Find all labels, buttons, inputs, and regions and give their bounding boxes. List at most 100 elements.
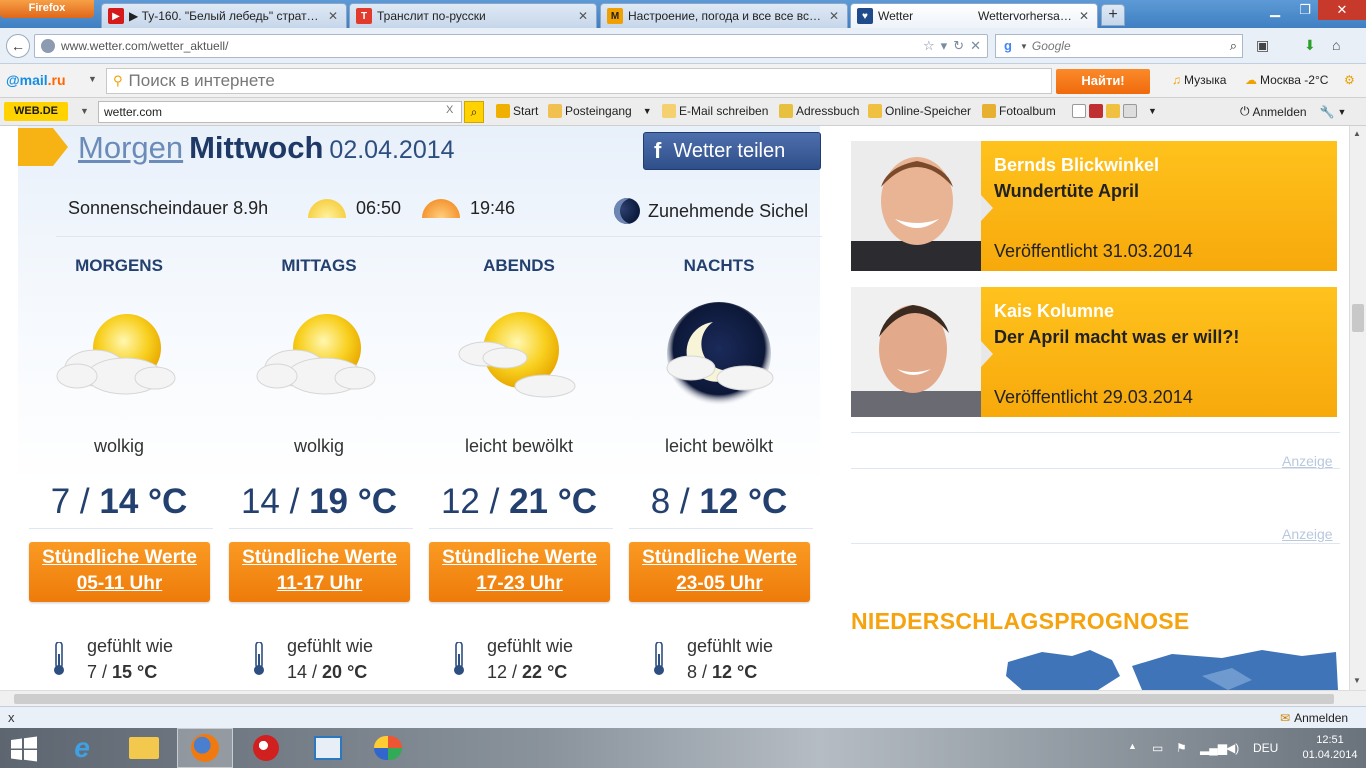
taskbar-app5[interactable]: [300, 728, 356, 768]
hourly-values-button[interactable]: Stündliche Werte 05-11 Uhr: [29, 542, 210, 602]
navigation-bar: ← www.wetter.com/wetter_aktuell/ ☆ ▾ ↻ ✕…: [0, 28, 1366, 64]
chevron-down-icon[interactable]: ▼: [88, 74, 97, 84]
dropdown-icon[interactable]: ▾: [941, 38, 948, 54]
taskbar-firefox[interactable]: [177, 728, 233, 768]
hourly-label: Stündliche Werte: [642, 547, 797, 568]
close-icon[interactable]: ✕: [827, 9, 841, 23]
webde-adressbuch[interactable]: Adressbuch: [779, 104, 859, 118]
signal-icon[interactable]: ▂▄▆: [1200, 741, 1227, 755]
article-card[interactable]: Kais Kolumne Der April macht was er will…: [851, 287, 1337, 417]
clear-icon[interactable]: X: [446, 104, 453, 116]
search-placeholder[interactable]: Google: [1032, 39, 1230, 53]
webde-fotoalbum[interactable]: Fotoalbum: [982, 104, 1056, 118]
chevron-down-icon[interactable]: ▼: [1020, 42, 1028, 51]
volume-icon[interactable]: ◀): [1226, 741, 1239, 755]
weather-label: Москва -2°C: [1260, 73, 1329, 87]
tab-translit[interactable]: T Транслит по-русски ✕: [349, 3, 597, 28]
article-card[interactable]: Bernds Blickwinkel Wundertüte April Verö…: [851, 141, 1337, 271]
firefox-menu-button[interactable]: Firefox: [0, 0, 94, 18]
webde-anmelden[interactable]: ⏻ Anmelden 🔧 ▼: [1240, 104, 1346, 119]
taskbar-explorer[interactable]: [116, 728, 172, 768]
search-bar[interactable]: g ▼ Google ⌕: [995, 34, 1243, 58]
back-button[interactable]: ←: [6, 34, 30, 58]
vertical-scrollbar[interactable]: ▲ ▼: [1349, 126, 1366, 690]
music-button[interactable]: ♫ Музыка: [1172, 73, 1226, 87]
address-bar[interactable]: www.wetter.com/wetter_aktuell/ ☆ ▾ ↻ ✕: [34, 34, 988, 58]
horizontal-scrollbar[interactable]: [0, 690, 1366, 706]
reload-icon[interactable]: ↻: [953, 38, 964, 54]
gift-icon[interactable]: [1089, 104, 1103, 118]
close-icon[interactable]: ✕: [1077, 9, 1091, 23]
maximize-button[interactable]: ❐: [1290, 0, 1320, 20]
addon-anmelden[interactable]: ✉ Anmelden: [1280, 711, 1348, 725]
scroll-down-icon[interactable]: ▼: [1353, 676, 1361, 685]
home-icon[interactable]: ⌂: [1332, 37, 1340, 53]
google-icon[interactable]: g: [1000, 38, 1016, 54]
webde-posteingang[interactable]: Posteingang ▼: [548, 104, 652, 118]
taskbar-ie[interactable]: e: [54, 728, 110, 768]
network-icon[interactable]: ⚑: [1176, 741, 1187, 755]
hourly-values-button[interactable]: Stündliche Werte 11-17 Uhr: [229, 542, 410, 602]
download-icon[interactable]: ⬇: [1304, 37, 1316, 54]
feels-max: 15 °C: [112, 662, 158, 682]
search-icon[interactable]: ⌕: [1230, 38, 1237, 54]
chevron-down-icon[interactable]: ▼: [1148, 106, 1157, 116]
chevron-down-icon[interactable]: ▼: [80, 106, 89, 116]
mailru-search-input[interactable]: ⚲ Поиск в интернете: [106, 68, 1052, 94]
article-subtitle[interactable]: Der April macht was er will?!: [994, 327, 1239, 348]
mailru-logo[interactable]: @mail.ru: [6, 72, 66, 88]
morgen-link[interactable]: Morgen: [78, 130, 183, 165]
close-icon[interactable]: ✕: [576, 9, 590, 23]
gear-icon[interactable]: ⚙: [1344, 73, 1355, 87]
weather-sun-icon[interactable]: [1106, 104, 1120, 118]
webde-email-schreiben[interactable]: E-Mail schreiben: [662, 104, 768, 118]
language-indicator[interactable]: DEU: [1253, 741, 1278, 755]
webde-search-input[interactable]: wetter.com: [98, 101, 462, 123]
tab-wetter[interactable]: ♥ Wetter Wettervorhersage ... ✕: [850, 3, 1098, 28]
wrench-icon[interactable]: 🔧: [1320, 105, 1335, 119]
taskbar-app4[interactable]: [238, 728, 294, 768]
webde-online-speicher[interactable]: Online-Speicher: [868, 104, 971, 118]
minimize-button[interactable]: ▁: [1260, 0, 1290, 20]
scroll-thumb[interactable]: [1352, 304, 1364, 332]
windows-start-icon[interactable]: [10, 736, 38, 762]
close-icon[interactable]: x: [8, 710, 15, 725]
tab-nastroenie[interactable]: M Настроение, погода и все все все (ч...…: [600, 3, 848, 28]
close-icon[interactable]: ✕: [326, 9, 340, 23]
period-name: MORGENS: [75, 256, 163, 275]
bookmarks-icon[interactable]: ▣: [1256, 37, 1269, 54]
find-button[interactable]: Найти!: [1056, 69, 1150, 94]
hourly-values-button[interactable]: Stündliche Werte 23-05 Uhr: [629, 542, 810, 602]
weather-button[interactable]: ☁ Москва -2°C: [1245, 73, 1328, 87]
share-facebook-button[interactable]: f Wetter teilen: [643, 132, 821, 170]
amazon-icon[interactable]: [1072, 104, 1086, 118]
article-title[interactable]: Bernds Blickwinkel: [994, 155, 1159, 176]
hourly-values-button[interactable]: Stündliche Werte 17-23 Uhr: [429, 542, 610, 602]
ad-label[interactable]: Anzeige: [1282, 453, 1333, 469]
author-photo[interactable]: [851, 141, 981, 271]
clock[interactable]: 12:51 01.04.2014: [1300, 733, 1360, 763]
sunshine-duration: Sonnenscheindauer 8.9h: [68, 198, 269, 218]
close-window-button[interactable]: ✕: [1318, 0, 1366, 20]
ad-label[interactable]: Anzeige: [1282, 526, 1333, 542]
search-icon[interactable]: ⌕: [464, 101, 484, 123]
bookmark-star-icon[interactable]: ☆: [923, 38, 935, 54]
chevron-down-icon[interactable]: ▼: [643, 106, 652, 116]
tab-youtube[interactable]: ▶ ▶ Ту-160. "Белый лебедь" стратеги... ✕: [101, 3, 347, 28]
precipitation-map[interactable]: [1002, 646, 1338, 690]
tray-expand-icon[interactable]: ▲: [1128, 741, 1137, 751]
scroll-up-icon[interactable]: ▲: [1353, 129, 1361, 138]
chevron-down-icon[interactable]: ▼: [1338, 107, 1347, 117]
author-photo[interactable]: [851, 287, 981, 417]
webde-logo[interactable]: WEB.DE: [4, 102, 68, 121]
webde-start[interactable]: Start: [496, 104, 538, 118]
taskbar-paint[interactable]: [360, 728, 416, 768]
url-text[interactable]: www.wetter.com/wetter_aktuell/: [61, 39, 923, 53]
new-tab-button[interactable]: +: [1101, 4, 1125, 26]
battery-icon[interactable]: ▭: [1152, 741, 1163, 755]
scroll-thumb[interactable]: [14, 694, 1334, 704]
article-title[interactable]: Kais Kolumne: [994, 301, 1114, 322]
article-subtitle[interactable]: Wundertüte April: [994, 181, 1139, 202]
stop-icon[interactable]: ✕: [970, 38, 981, 54]
news-icon[interactable]: [1123, 104, 1137, 118]
